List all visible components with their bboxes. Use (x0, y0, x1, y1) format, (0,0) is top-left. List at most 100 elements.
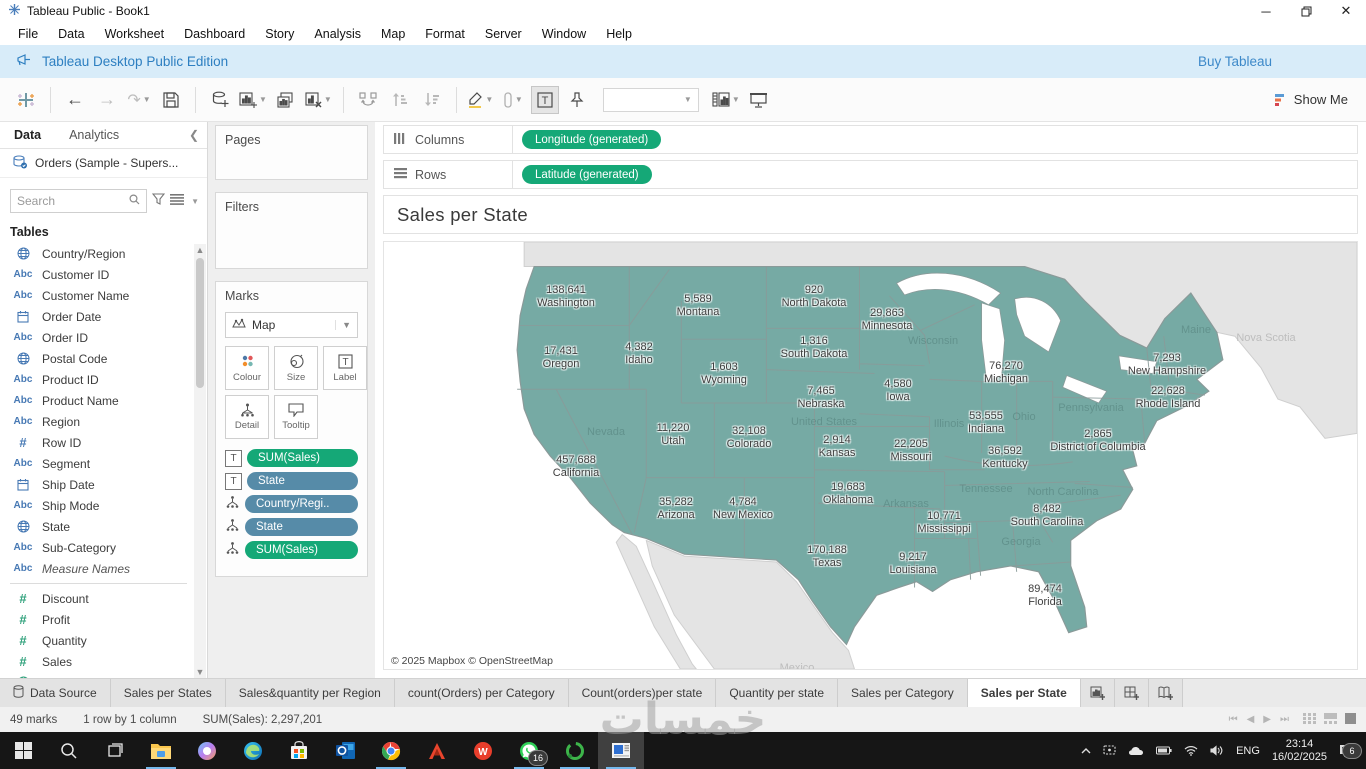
marks-button-label[interactable]: T Label (323, 346, 367, 390)
filters-shelf[interactable]: Filters (215, 192, 368, 269)
menu-window[interactable]: Window (532, 27, 596, 41)
rows-shelf[interactable]: Rows Latitude (generated) (383, 160, 1358, 189)
field-product-name[interactable]: Abc Product Name (0, 390, 193, 411)
menu-dashboard[interactable]: Dashboard (174, 27, 255, 41)
attach-icon[interactable]: ▼ (500, 87, 526, 113)
mark-type-caret[interactable]: ▼ (335, 320, 351, 330)
field-measure-names[interactable]: Abc Measure Names (0, 558, 193, 579)
close-button[interactable]: ✕ (1326, 0, 1366, 22)
field-state[interactable]: State (0, 516, 193, 537)
new-worksheet-button[interactable] (1080, 679, 1115, 707)
data-pane-scrollbar[interactable]: ▲ ▼ (194, 244, 206, 678)
pill-sum-sales-[interactable]: SUM(Sales) (247, 449, 358, 467)
duplicate-icon[interactable] (273, 87, 299, 113)
field-country-region[interactable]: Country/Region (0, 243, 193, 264)
sheet-tab-sales-quantity-per-region[interactable]: Sales&quantity per Region (225, 679, 395, 707)
marks-button-size[interactable]: Size (274, 346, 318, 390)
show-me-button[interactable]: Show Me (1274, 92, 1356, 107)
tab-analytics[interactable]: Analytics (55, 122, 133, 148)
taskbar-wps-office-icon[interactable]: W (460, 732, 506, 769)
new-dashboard-button[interactable] (1114, 679, 1149, 707)
pill-state[interactable]: State (245, 518, 358, 536)
taskbar-green-app-icon[interactable] (552, 732, 598, 769)
save-icon[interactable] (158, 87, 184, 113)
filter-fields-icon[interactable] (151, 192, 166, 210)
sort-descending-icon[interactable] (419, 87, 445, 113)
sheet-tab-count-orders-per-category[interactable]: count(Orders) per Category (394, 679, 569, 707)
field-segment[interactable]: Abc Segment (0, 453, 193, 474)
field-sales[interactable]: # Sales (0, 651, 193, 672)
view-options-caret[interactable]: ▼ (191, 197, 199, 206)
marks-button-colour[interactable]: Colour (225, 346, 269, 390)
taskbar-autodesk-icon[interactable] (414, 732, 460, 769)
field-row-id[interactable]: # Row ID (0, 432, 193, 453)
marks-button-detail[interactable]: Detail (225, 395, 269, 439)
sort-ascending-icon[interactable] (387, 87, 413, 113)
field-latitude-generated-[interactable]: Latitude (generated) (0, 672, 193, 678)
pages-shelf[interactable]: Pages (215, 125, 368, 180)
taskbar-file-explorer-icon[interactable] (138, 732, 184, 769)
replay-icon[interactable]: ↷ ▼ (126, 87, 152, 113)
field-order-date[interactable]: Order Date (0, 306, 193, 327)
field-customer-id[interactable]: Abc Customer ID (0, 264, 193, 285)
show-sheet-view-icon[interactable] (1345, 712, 1356, 727)
toolbar-dropdown[interactable]: ▼ (602, 87, 699, 112)
marks-button-tooltip[interactable]: Tooltip (274, 395, 318, 439)
field-product-id[interactable]: Abc Product ID (0, 369, 193, 390)
field-region[interactable]: Abc Region (0, 411, 193, 432)
field-order-id[interactable]: Abc Order ID (0, 327, 193, 348)
taskbar-window-app-icon[interactable] (598, 732, 644, 769)
search-input[interactable]: Search (10, 189, 148, 213)
view-options-icon[interactable] (170, 192, 185, 210)
field-discount[interactable]: # Discount (0, 588, 193, 609)
presentation-mode-icon[interactable] (746, 87, 772, 113)
fix-axes-icon[interactable] (564, 87, 590, 113)
field-customer-name[interactable]: Abc Customer Name (0, 285, 193, 306)
taskbar-microsoft-store-icon[interactable] (276, 732, 322, 769)
pill-sum-sales-[interactable]: SUM(Sales) (245, 541, 358, 559)
sheet-tab-data-source[interactable]: Data Source (0, 679, 111, 707)
show-tabs-view-icon[interactable] (1303, 712, 1316, 727)
taskbar-start-icon[interactable] (0, 732, 46, 769)
sheet-tab-sales-per-category[interactable]: Sales per Category (838, 679, 968, 707)
map-view[interactable]: 138,641 Washington 5,589 Montana 920 North Da… (383, 241, 1358, 670)
tray-chevron-icon[interactable] (1081, 747, 1091, 754)
menu-map[interactable]: Map (371, 27, 415, 41)
menu-story[interactable]: Story (255, 27, 304, 41)
onedrive-icon[interactable] (1128, 746, 1144, 756)
mark-type-dropdown[interactable]: Map ▼ (225, 312, 358, 338)
show-mark-labels-icon[interactable]: T (530, 85, 559, 114)
minimize-button[interactable]: ─ (1246, 0, 1286, 22)
taskbar-chrome-icon[interactable] (368, 732, 414, 769)
show-filmstrip-view-icon[interactable] (1324, 712, 1337, 727)
collapse-pane-icon[interactable]: ❮ (189, 128, 207, 142)
field-quantity[interactable]: # Quantity (0, 630, 193, 651)
restore-button[interactable] (1286, 0, 1326, 22)
new-data-source-icon[interactable] (207, 87, 233, 113)
menu-server[interactable]: Server (475, 27, 532, 41)
columns-shelf[interactable]: Columns Longitude (generated) (383, 125, 1358, 154)
menu-data[interactable]: Data (48, 27, 94, 41)
field-profit[interactable]: # Profit (0, 609, 193, 630)
redo-icon[interactable]: → (94, 87, 120, 113)
notification-center-icon[interactable]: 6 (1339, 743, 1362, 759)
menu-worksheet[interactable]: Worksheet (95, 27, 175, 41)
language-indicator[interactable]: ENG (1236, 745, 1260, 757)
sheet-tab-count-orders-per-state[interactable]: Count(orders)per state (568, 679, 717, 707)
tab-data[interactable]: Data (0, 122, 55, 148)
clear-sheet-icon[interactable]: ▼ (305, 87, 332, 113)
taskbar-task-view-icon[interactable] (92, 732, 138, 769)
taskbar-whatsapp-icon[interactable]: 16 (506, 732, 552, 769)
buy-tableau-link[interactable]: Buy Tableau (1198, 54, 1272, 69)
field-ship-mode[interactable]: Abc Ship Mode (0, 495, 193, 516)
taskbar-copilot-icon[interactable] (184, 732, 230, 769)
pill-country-regi-[interactable]: Country/Regi.. (245, 495, 358, 513)
field-postal-code[interactable]: Postal Code (0, 348, 193, 369)
menu-file[interactable]: File (8, 27, 48, 41)
sheet-tab-sales-per-state[interactable]: Sales per State (967, 679, 1081, 707)
clock[interactable]: 23:14 16/02/2025 (1272, 738, 1327, 763)
menu-format[interactable]: Format (415, 27, 475, 41)
sheet-navigation-arrows[interactable]: ⏮ ◀ ▶ ⏭ (1229, 714, 1289, 725)
cast-icon[interactable] (1103, 745, 1116, 756)
taskbar-edge-icon[interactable] (230, 732, 276, 769)
